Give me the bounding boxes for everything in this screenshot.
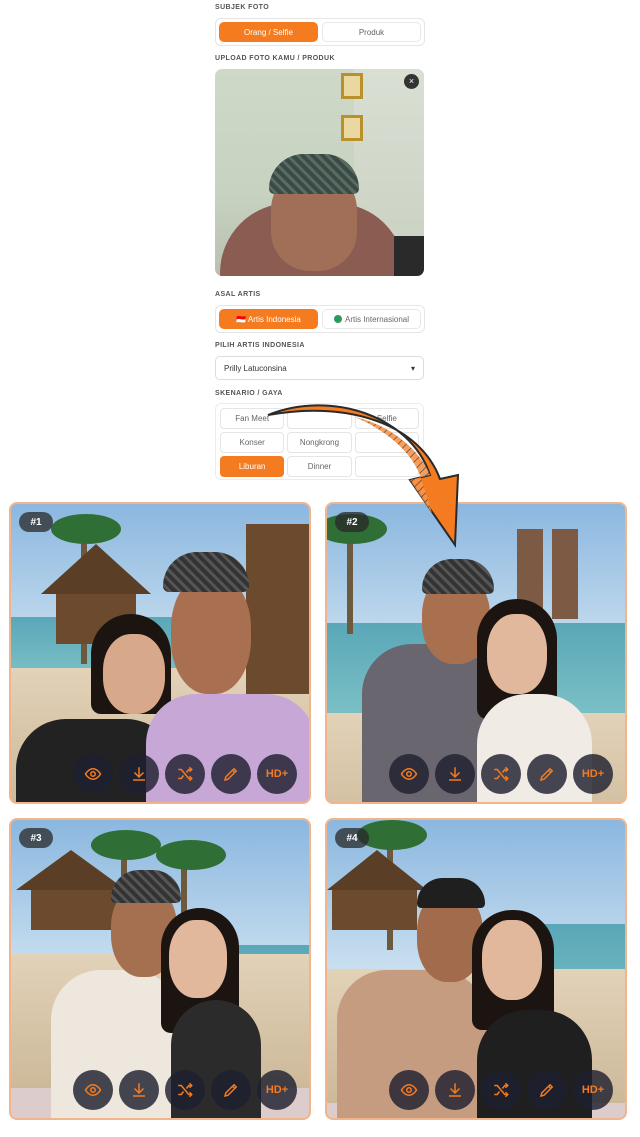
view-button[interactable] <box>73 754 113 794</box>
eye-icon <box>400 767 418 781</box>
result-actions: HD+ <box>389 1070 613 1110</box>
result-actions: HD+ <box>73 1070 297 1110</box>
artist-origin-international[interactable]: Artis Internasional <box>322 309 421 329</box>
view-button[interactable] <box>73 1070 113 1110</box>
artist-origin-indonesia[interactable]: 🇮🇩 Artis Indonesia <box>219 309 318 329</box>
subject-option-product[interactable]: Produk <box>322 22 421 42</box>
artist-origin-toggle: 🇮🇩 Artis Indonesia Artis Internasional <box>215 305 425 333</box>
scenario-label: SKENARIO / GAYA <box>215 390 283 397</box>
download-button[interactable] <box>435 754 475 794</box>
pencil-icon <box>539 1083 554 1098</box>
scenario-konser[interactable]: Konser <box>220 432 285 453</box>
artist-select-label: PILIH ARTIS INDONESIA <box>215 342 305 349</box>
pencil-icon <box>223 767 238 782</box>
scenario-fan-meet[interactable]: Fan Meet <box>220 408 285 429</box>
shuffle-button[interactable] <box>481 1070 521 1110</box>
edit-button[interactable] <box>211 754 251 794</box>
eye-icon <box>400 1083 418 1097</box>
edit-button[interactable] <box>527 1070 567 1110</box>
artist-origin-label: ASAL ARTIS <box>215 291 261 298</box>
eye-icon <box>84 767 102 781</box>
download-button[interactable] <box>119 1070 159 1110</box>
hd-upscale-button[interactable]: HD+ <box>257 754 297 794</box>
shuffle-icon <box>494 766 509 782</box>
upload-label: UPLOAD FOTO KAMU / PRODUK <box>215 55 335 62</box>
edit-button[interactable] <box>211 1070 251 1110</box>
scenario-dinner[interactable]: Dinner <box>287 456 352 477</box>
view-button[interactable] <box>389 1070 429 1110</box>
result-badge: #3 <box>19 828 53 848</box>
hd-upscale-button[interactable]: HD+ <box>257 1070 297 1110</box>
scenario-grid: Fan Meet Selfie Konser Nongkrong Liburan… <box>215 403 424 480</box>
result-card-4[interactable]: #4 HD+ <box>325 818 627 1120</box>
result-badge: #1 <box>19 512 53 532</box>
result-badge: #4 <box>335 828 369 848</box>
hd-upscale-button[interactable]: HD+ <box>573 1070 613 1110</box>
download-icon <box>133 1083 145 1097</box>
subject-option-person[interactable]: Orang / Selfie <box>219 22 318 42</box>
result-card-3[interactable]: #3 HD+ <box>9 818 311 1120</box>
close-icon: × <box>408 76 415 86</box>
subject-label: SUBJEK FOTO <box>215 4 270 11</box>
result-actions: HD+ <box>389 754 613 794</box>
scenario-option-6[interactable] <box>354 432 419 453</box>
artist-select[interactable]: Prilly Latuconsina ▾ <box>215 356 424 380</box>
scenario-nongkrong[interactable]: Nongkrong <box>287 432 352 453</box>
shuffle-button[interactable] <box>481 754 521 794</box>
shuffle-button[interactable] <box>165 754 205 794</box>
scenario-option-9[interactable] <box>354 456 419 477</box>
scenario-liburan[interactable]: Liburan <box>220 456 285 477</box>
hd-upscale-button[interactable]: HD+ <box>573 754 613 794</box>
download-icon <box>449 1083 461 1097</box>
globe-icon <box>333 315 342 323</box>
uploaded-photo[interactable]: × <box>215 69 424 276</box>
shuffle-button[interactable] <box>165 1070 205 1110</box>
eye-icon <box>84 1083 102 1097</box>
result-card-2[interactable]: #2 HD+ <box>325 502 627 804</box>
result-actions: HD+ <box>73 754 297 794</box>
edit-button[interactable] <box>527 754 567 794</box>
result-card-1[interactable]: #1 HD+ <box>9 502 311 804</box>
remove-photo-button[interactable]: × <box>404 74 419 89</box>
scenario-option-2[interactable] <box>287 408 352 429</box>
pencil-icon <box>539 767 554 782</box>
download-icon <box>449 767 461 781</box>
view-button[interactable] <box>389 754 429 794</box>
result-badge: #2 <box>335 512 369 532</box>
download-button[interactable] <box>119 754 159 794</box>
artist-select-value: Prilly Latuconsina <box>224 363 287 373</box>
download-button[interactable] <box>435 1070 475 1110</box>
shuffle-icon <box>178 1082 193 1098</box>
scenario-selfie[interactable]: Selfie <box>354 408 419 429</box>
download-icon <box>133 767 145 781</box>
subject-toggle: Orang / Selfie Produk <box>215 18 425 46</box>
chevron-down-icon: ▾ <box>410 363 415 373</box>
pencil-icon <box>223 1083 238 1098</box>
shuffle-icon <box>494 1082 509 1098</box>
shuffle-icon <box>178 766 193 782</box>
